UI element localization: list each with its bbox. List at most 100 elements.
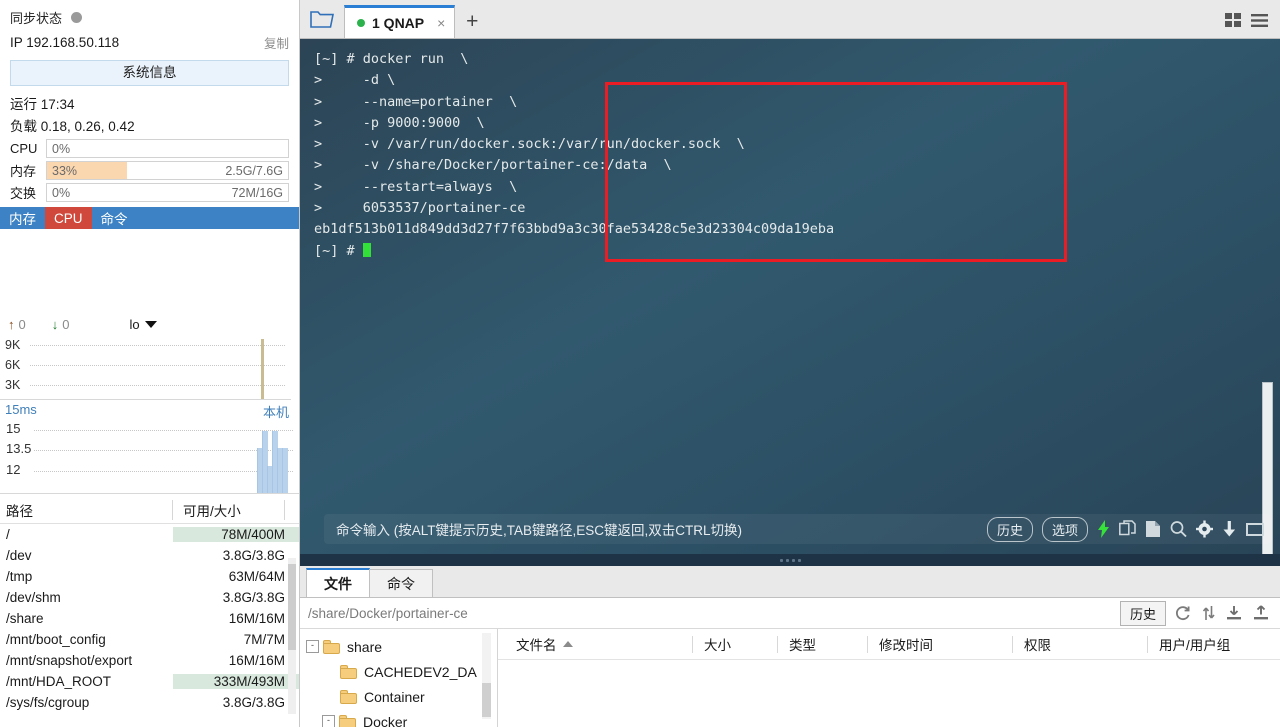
column-modified[interactable]: 修改时间: [867, 635, 1012, 653]
memory-meter-absolute: 2.5G/7.6G: [225, 163, 283, 178]
tree-node-share[interactable]: - share: [300, 634, 497, 659]
network-interface-selector[interactable]: lo: [129, 317, 157, 332]
disk-path: /dev: [6, 548, 32, 563]
tab-commands[interactable]: 命令: [369, 569, 433, 597]
tree-scrollbar[interactable]: [482, 633, 491, 719]
latency-host-label: 本机: [262, 405, 289, 420]
memory-meter-label: 内存: [10, 164, 37, 179]
swap-meter-label: 交换: [10, 186, 37, 201]
lat-y-label-15: 15: [6, 421, 21, 436]
latency-scale-label: 15ms: [5, 402, 37, 417]
command-input-bar[interactable]: 命令输入 (按ALT键提示历史,TAB键路径,ESC键返回,双击CTRL切换) …: [324, 514, 1272, 544]
terminal-panel[interactable]: [~] # docker run \ > -d \ > --name=porta…: [300, 39, 1280, 554]
terminal-history-button[interactable]: 历史: [986, 516, 1033, 542]
file-history-button[interactable]: 历史: [1119, 600, 1166, 626]
disk-value: 3.8G/3.8G: [222, 695, 285, 710]
tree-node-cachedev2[interactable]: CACHEDEV2_DA: [300, 659, 497, 684]
session-tabbar: 1 QNAP × +: [300, 0, 1280, 39]
memory-meter-bar: 33% 2.5G/7.6G: [46, 161, 289, 180]
net-y-label-6k: 6K: [5, 358, 21, 372]
open-folder-icon[interactable]: [300, 0, 344, 38]
terminal-line: > -v /share/Docker/portainer-ce:/data \: [314, 157, 672, 174]
collapse-toggle-icon[interactable]: -: [322, 715, 335, 727]
column-owner-group[interactable]: 用户/用户组: [1147, 635, 1280, 653]
uptime-label: 运行 17:34: [10, 97, 75, 112]
grid-view-icon[interactable]: [1225, 13, 1242, 31]
sidebar-tab-command[interactable]: 命令: [92, 207, 137, 229]
search-icon[interactable]: [1170, 520, 1187, 538]
copy-ip-button[interactable]: 复制: [264, 33, 289, 52]
paste-icon[interactable]: [1145, 520, 1161, 538]
bottom-panel: 文件 命令 /share/Docker/portainer-ce 历史 - sh…: [300, 566, 1280, 727]
disk-column-size: 可用/大小: [172, 500, 284, 520]
swap-meter-absolute: 72M/16G: [231, 185, 283, 200]
disk-value: 7M/7M: [243, 632, 285, 647]
lightning-icon[interactable]: [1097, 520, 1110, 538]
disk-list-scrollbar[interactable]: [288, 558, 296, 714]
new-tab-button[interactable]: +: [455, 5, 489, 38]
column-filename-label: 文件名: [516, 638, 557, 653]
folder-icon: [323, 639, 340, 654]
column-size[interactable]: 大小: [692, 635, 777, 653]
swap-meter-percent: 0%: [52, 185, 71, 200]
table-row[interactable]: /dev/shm 3.8G/3.8G: [0, 587, 299, 608]
tree-node-docker[interactable]: - Docker: [300, 709, 497, 727]
table-row[interactable]: / 78M/400M: [0, 524, 299, 545]
app-root: 同步状态 IP 192.168.50.118 复制 系统信息 运行 17:34 …: [0, 0, 1280, 727]
column-type[interactable]: 类型: [777, 635, 867, 653]
network-stats-row: ↑ 0 ↓ 0 lo: [0, 313, 299, 333]
collapse-toggle-icon[interactable]: -: [306, 640, 319, 653]
tree-node-label: CACHEDEV2_DA: [364, 663, 477, 680]
menu-icon[interactable]: [1251, 13, 1268, 31]
table-row[interactable]: /share 16M/16M: [0, 608, 299, 629]
splitter-grip-dot: [791, 558, 795, 562]
terminal-prompt: [~] #: [314, 242, 363, 259]
gear-icon[interactable]: [1196, 520, 1213, 538]
ip-row: IP 192.168.50.118 复制: [0, 31, 299, 56]
splitter-grip-dot: [779, 558, 783, 562]
table-row[interactable]: /sys/fs/cgroup 3.8G/3.8G: [0, 692, 299, 713]
table-row[interactable]: /tmp 63M/64M: [0, 566, 299, 587]
table-row[interactable]: /mnt/snapshot/export 16M/16M: [0, 650, 299, 671]
tree-node-label: share: [347, 638, 383, 655]
terminal-line: > -v /var/run/docker.sock:/var/run/docke…: [314, 136, 745, 153]
folder-icon: [339, 714, 356, 727]
net-bar: [261, 339, 264, 399]
table-row[interactable]: /dev 3.8G/3.8G: [0, 545, 299, 566]
disk-column-spacer: [284, 500, 299, 520]
refresh-icon[interactable]: [1174, 605, 1191, 621]
file-list: 文件名 大小 类型 修改时间 权限 用户/用户组: [498, 629, 1280, 727]
disk-list-scrollbar-thumb[interactable]: [288, 564, 296, 650]
column-permissions[interactable]: 权限: [1012, 635, 1147, 653]
table-row[interactable]: /mnt/boot_config 7M/7M: [0, 629, 299, 650]
tab-qnap-session[interactable]: 1 QNAP ×: [344, 5, 456, 38]
command-input-hint: 命令输入 (按ALT键提示历史,TAB键路径,ESC键返回,双击CTRL切换): [336, 523, 743, 538]
download-icon[interactable]: [1222, 520, 1237, 538]
sidebar-tab-cpu[interactable]: CPU: [45, 207, 92, 229]
panel-splitter[interactable]: [300, 554, 1280, 566]
tabbar-actions: [1225, 13, 1280, 38]
sidebar-tab-memory[interactable]: 内存: [0, 207, 45, 229]
upload-file-icon[interactable]: [1253, 605, 1269, 621]
system-info-button[interactable]: 系统信息: [10, 60, 289, 86]
terminal-line: > --restart=always \: [314, 178, 518, 195]
tree-scrollbar-thumb[interactable]: [482, 683, 491, 717]
window-icon[interactable]: [1246, 520, 1264, 538]
disk-value: 3.8G/3.8G: [222, 590, 285, 605]
disk-value: 63M/64M: [228, 569, 285, 584]
file-list-header: 文件名 大小 类型 修改时间 权限 用户/用户组: [498, 629, 1280, 660]
disk-table-header: 路径 可用/大小: [0, 498, 299, 524]
close-icon[interactable]: ×: [437, 15, 445, 31]
table-row[interactable]: /mnt/HDA_ROOT 333M/493M: [0, 671, 299, 692]
cpu-meter-label: CPU: [10, 141, 38, 156]
terminal-options-button[interactable]: 选项: [1041, 516, 1088, 542]
transfer-icon[interactable]: [1202, 605, 1215, 621]
disk-path: /mnt/HDA_ROOT: [6, 674, 112, 689]
download-file-icon[interactable]: [1226, 605, 1242, 621]
copy-icon[interactable]: [1119, 520, 1136, 538]
current-path-input[interactable]: /share/Docker/portainer-ce: [300, 606, 1120, 621]
column-filename[interactable]: 文件名: [498, 636, 692, 653]
tab-files[interactable]: 文件: [306, 568, 370, 597]
tree-node-label: Docker: [363, 713, 408, 727]
tree-node-container[interactable]: Container: [300, 684, 497, 709]
